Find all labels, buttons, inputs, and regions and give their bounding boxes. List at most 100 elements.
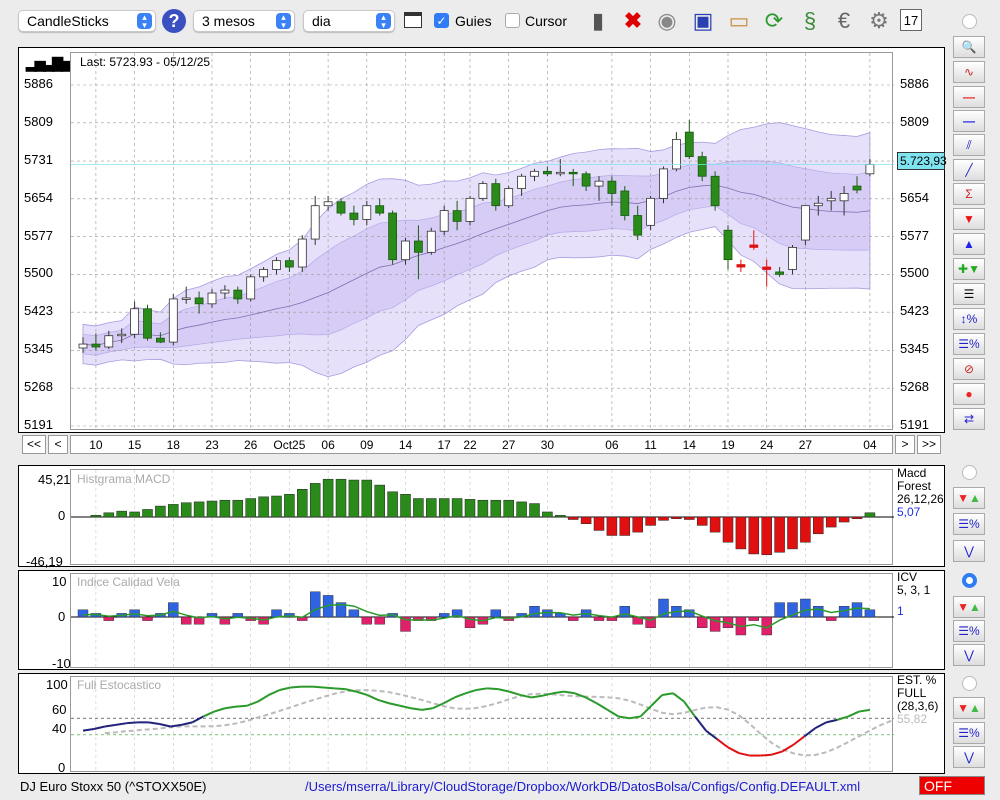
levels-percent-icon[interactable]: ☰%: [953, 722, 985, 744]
price-tick-label: 5886: [900, 76, 929, 91]
macd-plot-area[interactable]: Histgrama MACD: [70, 469, 894, 566]
trash-icon[interactable]: ▮: [584, 6, 612, 36]
main-panel-radio[interactable]: [962, 14, 977, 29]
signal-arrows-icon[interactable]: ▼▲: [953, 487, 985, 509]
interval-select[interactable]: dia ▴ ▾: [303, 10, 395, 32]
macd-bar: [516, 501, 527, 518]
icv-bar: [309, 591, 321, 618]
macd-bar: [580, 516, 592, 524]
zoom-icon[interactable]: 🔍: [953, 36, 985, 58]
date-axis-scrollbar[interactable]: 10 15 18 23 26 Oct25 06 09 14 17 22 27 30 06 11 14 19 24 2…: [70, 435, 893, 454]
signals-icon[interactable]: ✚▼: [953, 258, 985, 280]
candle-body: [775, 271, 784, 275]
lamp-icon[interactable]: ◉: [653, 6, 681, 36]
red-hline-icon[interactable]: —: [953, 86, 985, 108]
macd-bar: [155, 505, 166, 518]
icv-plot-area[interactable]: Indice Calidad Vela: [70, 573, 894, 670]
candle-body: [272, 260, 281, 270]
nav-last-button[interactable]: >>: [917, 435, 941, 454]
delete-icon[interactable]: ✖: [619, 6, 647, 36]
icv-ytick: 10: [52, 574, 67, 589]
macd-bar: [374, 484, 385, 518]
macd-bar: [387, 491, 398, 518]
stochastic-legend: EST. % FULL (28,3,6) 55,82: [897, 674, 943, 726]
refresh-icon[interactable]: ⟳: [760, 6, 788, 36]
macd-bar: [722, 516, 734, 543]
macd-bar: [477, 499, 489, 518]
price-tick-label: 5809: [24, 113, 53, 129]
record-icon[interactable]: ●: [953, 383, 985, 405]
oscillator-curve-icon[interactable]: ⋁: [953, 540, 985, 562]
lines-percent-icon[interactable]: ☰%: [953, 333, 985, 355]
stochastic-k-segment: [126, 721, 138, 725]
blue-hline-icon[interactable]: —: [953, 110, 985, 132]
macd-bar: [864, 512, 876, 518]
trendline-icon[interactable]: ╱: [953, 159, 985, 181]
scale-percent-icon[interactable]: ↕%: [953, 308, 985, 330]
icv-bar: [593, 616, 605, 621]
off-toggle-button[interactable]: OFF: [919, 776, 985, 795]
sell-arrow-icon[interactable]: ▼: [953, 208, 985, 230]
config-path-link[interactable]: /Users/mserra/Library/CloudStorage/Dropb…: [305, 779, 860, 794]
stochastic-k-segment: [213, 707, 226, 713]
stochastic-panel-radio[interactable]: [962, 676, 977, 691]
guides-checkbox[interactable]: ✓: [434, 13, 449, 28]
chart-type-select[interactable]: CandleSticks ▴ ▾: [18, 10, 156, 32]
macd-histogram: [71, 470, 894, 566]
stochastic-k-segment: [159, 723, 171, 728]
cursor-checkbox[interactable]: [505, 13, 520, 28]
chart-window-icon[interactable]: [404, 12, 422, 28]
levels-percent-icon[interactable]: ☰%: [953, 513, 985, 535]
channel-icon[interactable]: ⫽: [953, 134, 985, 156]
icv-bar: [748, 616, 759, 621]
stochastic-k-segment: [181, 721, 193, 726]
candle-body: [297, 238, 307, 268]
candle-body: [555, 171, 565, 175]
euro-icon[interactable]: €: [830, 6, 858, 36]
icv-value: 1: [897, 604, 904, 618]
stochastic-k-segment: [694, 715, 707, 732]
oscillator-curve-icon[interactable]: ⋁: [953, 746, 985, 768]
nav-next-button[interactable]: >: [895, 435, 915, 454]
date-tick-label: 06: [605, 438, 619, 452]
stochastic-k-segment: [476, 687, 488, 691]
sigma-line-icon[interactable]: Σ: [953, 183, 985, 205]
stop-icon[interactable]: ⊘: [953, 358, 985, 380]
stochastic-k-segment: [312, 685, 324, 689]
grid-lines-icon[interactable]: ☰: [953, 283, 985, 305]
buy-arrow-icon[interactable]: ▲: [953, 233, 985, 255]
macd-bar: [606, 516, 618, 536]
levels-percent-icon[interactable]: ☰%: [953, 620, 985, 642]
stochastic-k-segment: [235, 704, 248, 708]
nav-prev-button[interactable]: <: [48, 435, 68, 454]
save-icon[interactable]: ▣: [689, 6, 717, 36]
macd-bar: [774, 516, 785, 553]
candle-body: [349, 212, 359, 220]
sync-icon[interactable]: §: [796, 6, 824, 36]
swap-icon[interactable]: ⇄: [953, 408, 985, 430]
help-icon[interactable]: ?: [162, 9, 186, 33]
stochastic-k-segment: [279, 686, 291, 691]
stochastic-k-segment: [104, 723, 116, 728]
candle-body: [839, 193, 849, 202]
chevron-updown-icon: ▴ ▾: [137, 13, 152, 30]
candle-body: [865, 164, 875, 175]
stochastic-k-segment: [508, 690, 521, 696]
open-folder-icon[interactable]: ▭: [725, 6, 753, 36]
calendar-icon[interactable]: 17: [900, 9, 922, 31]
price-plot-area[interactable]: Last: 5723.93 - 05/12/25: [70, 52, 894, 431]
stochastic-plot-area[interactable]: Full Estocastico: [70, 676, 894, 773]
stochastic-k-segment: [803, 727, 816, 738]
signal-arrows-icon[interactable]: ▼▲: [953, 697, 985, 719]
signal-arrows-icon[interactable]: ▼▲: [953, 596, 985, 618]
oscillator-curve-icon[interactable]: ⋁: [953, 644, 985, 666]
macd-bar: [632, 516, 643, 533]
stochastic-chart: [71, 677, 894, 773]
macd-panel-radio[interactable]: [962, 465, 977, 480]
indicator-overlay-icon[interactable]: ∿: [953, 61, 985, 83]
settings-icon[interactable]: ⚙: [865, 6, 893, 36]
period-select[interactable]: 3 mesos ▴ ▾: [193, 10, 295, 32]
date-tick-label: 06: [321, 438, 335, 452]
icv-panel-radio[interactable]: [962, 573, 977, 588]
nav-first-button[interactable]: <<: [22, 435, 46, 454]
